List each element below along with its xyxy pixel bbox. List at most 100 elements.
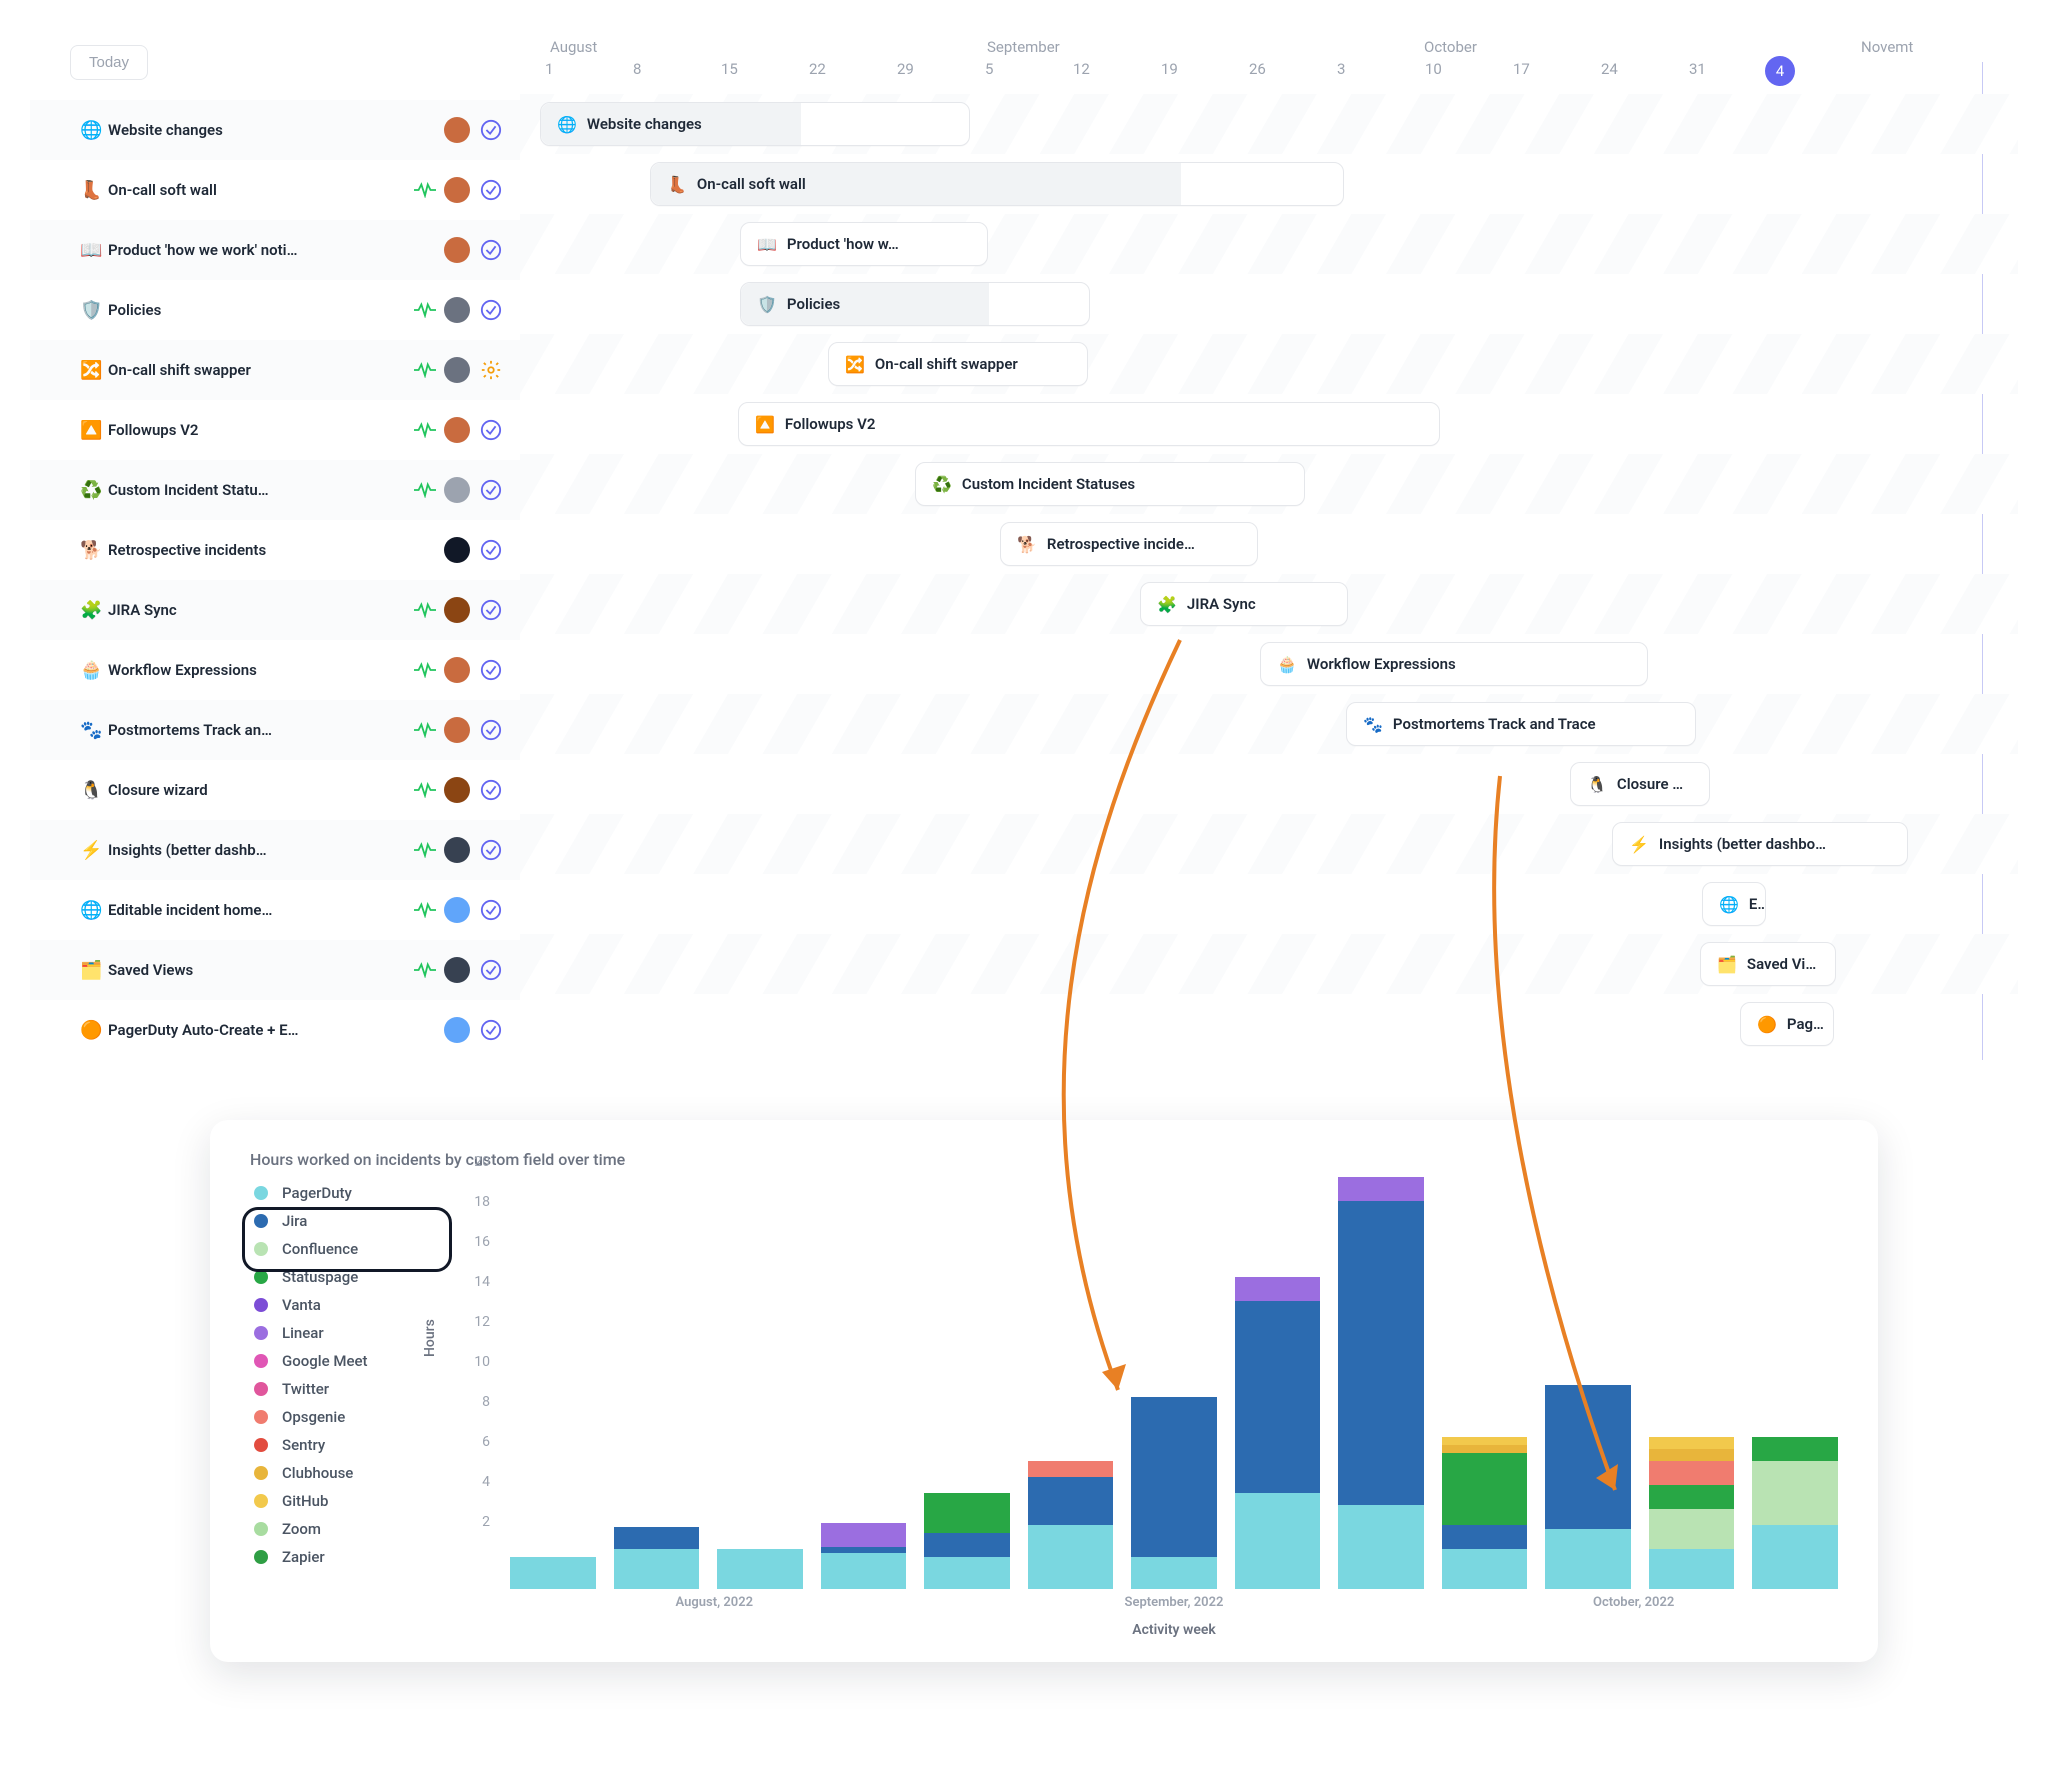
avatar: [444, 177, 470, 203]
gantt-bar[interactable]: 🌐E…: [1702, 882, 1766, 926]
gantt-bar[interactable]: 📖Product 'how w…: [740, 222, 988, 266]
task-label: JIRA Sync: [108, 601, 414, 619]
legend-item[interactable]: Confluence: [250, 1235, 430, 1263]
legend-item[interactable]: Statuspage: [250, 1263, 430, 1291]
bar-column[interactable]: [510, 1557, 596, 1589]
legend-label: Jira: [282, 1212, 307, 1230]
gantt-row: 🔀On-call shift swapper: [520, 334, 2018, 394]
gantt-bar[interactable]: 🐾Postmortems Track and Trace: [1346, 702, 1696, 746]
bar-segment: [924, 1557, 1010, 1589]
y-tick: 4: [440, 1474, 490, 1490]
bar-segment: [1545, 1385, 1631, 1529]
task-row[interactable]: 🛡️Policies: [30, 280, 520, 340]
task-row[interactable]: 🗂️Saved Views: [30, 940, 520, 1000]
day-label: 24: [1601, 60, 1689, 98]
bar-segment: [1649, 1549, 1735, 1589]
task-row[interactable]: 🐕Retrospective incidents: [30, 520, 520, 580]
month-header: AugustSeptemberOctoberNovemt: [520, 38, 2018, 60]
gantt-row: 🌐Website changes: [520, 94, 2018, 154]
gantt-row: 🛡️Policies: [520, 274, 2018, 334]
bar-segment: [821, 1523, 907, 1547]
gantt-bar[interactable]: 👢On-call soft wall: [650, 162, 1344, 206]
bar-column[interactable]: [614, 1527, 700, 1589]
legend-item[interactable]: Sentry: [250, 1431, 430, 1459]
legend-item[interactable]: Linear: [250, 1319, 430, 1347]
task-row[interactable]: 📖Product 'how we work' noti…: [30, 220, 520, 280]
day-label: 26: [1249, 60, 1337, 98]
month-label: August: [550, 38, 987, 60]
bar-column[interactable]: [1338, 1177, 1424, 1589]
gantt-bar[interactable]: 🐧Closure …: [1570, 762, 1710, 806]
task-row[interactable]: 🔼Followups V2: [30, 400, 520, 460]
bar-segment: [1131, 1397, 1217, 1557]
timeline[interactable]: AugustSeptemberOctoberNovemt 18152229512…: [520, 30, 2018, 1060]
gantt-bar[interactable]: 🛡️Policies: [740, 282, 1090, 326]
gantt-bar[interactable]: 🧁Workflow Expressions: [1260, 642, 1648, 686]
bar-segment: [924, 1493, 1010, 1533]
legend-item[interactable]: Google Meet: [250, 1347, 430, 1375]
bar-column[interactable]: [1752, 1437, 1838, 1589]
legend-item[interactable]: Zoom: [250, 1515, 430, 1543]
today-button[interactable]: Today: [70, 45, 148, 80]
bar-column[interactable]: [1649, 1437, 1735, 1589]
bar-column[interactable]: [1028, 1461, 1114, 1589]
task-icon: 🐾: [80, 720, 108, 741]
task-row[interactable]: 🌐Website changes: [30, 100, 520, 160]
gantt-bar[interactable]: 🔀On-call shift swapper: [828, 342, 1088, 386]
bar-column[interactable]: [1442, 1437, 1528, 1589]
task-row[interactable]: 🐧Closure wizard: [30, 760, 520, 820]
gantt-bar[interactable]: ⚡Insights (better dashbo…: [1612, 822, 1908, 866]
bar-column[interactable]: [924, 1493, 1010, 1589]
legend-item[interactable]: Opsgenie: [250, 1403, 430, 1431]
task-row[interactable]: 🔀On-call shift swapper: [30, 340, 520, 400]
gantt-bar[interactable]: 🌐Website changes: [540, 102, 970, 146]
task-icon: 📖: [80, 240, 108, 261]
task-icon: 🐕: [80, 540, 108, 561]
chart-legend: PagerDuty Jira ConfluenceStatuspageVantaLi…: [250, 1179, 430, 1571]
legend-item[interactable]: GitHub: [250, 1487, 430, 1515]
gantt-bar[interactable]: 🐕Retrospective incide…: [1000, 522, 1258, 566]
task-icon: 🧩: [80, 600, 108, 621]
task-row[interactable]: 🌐Editable incident home…: [30, 880, 520, 940]
task-row[interactable]: ⚡Insights (better dashb…: [30, 820, 520, 880]
bar-column[interactable]: [717, 1549, 803, 1589]
task-row[interactable]: 🧩JIRA Sync: [30, 580, 520, 640]
task-row[interactable]: 👢On-call soft wall: [30, 160, 520, 220]
avatar: [444, 297, 470, 323]
x-axis: August, 2022September, 2022October, 2022: [510, 1595, 1838, 1610]
task-row[interactable]: 🟠PagerDuty Auto-Create + E…: [30, 1000, 520, 1060]
avatar: [444, 837, 470, 863]
gantt-bar[interactable]: 🟠Pag…: [1740, 1002, 1834, 1046]
task-row[interactable]: 🐾Postmortems Track an…: [30, 700, 520, 760]
task-icon: 🗂️: [80, 960, 108, 981]
avatar: [444, 477, 470, 503]
task-label: Workflow Expressions: [108, 661, 414, 679]
legend-item[interactable]: Twitter: [250, 1375, 430, 1403]
gantt-bar[interactable]: ♻️Custom Incident Statuses: [915, 462, 1305, 506]
gantt-bar[interactable]: 🔼Followups V2: [738, 402, 1440, 446]
legend-item[interactable]: Zapier: [250, 1543, 430, 1571]
gantt-row: 📖Product 'how w…: [520, 214, 2018, 274]
today-badge[interactable]: 4: [1765, 56, 1795, 86]
gantt-bar[interactable]: 🧩JIRA Sync: [1140, 582, 1348, 626]
bar-column[interactable]: [1235, 1277, 1321, 1589]
legend-item[interactable]: Jira: [250, 1207, 430, 1235]
bar-column[interactable]: [1131, 1397, 1217, 1589]
bar-column[interactable]: [1545, 1385, 1631, 1589]
task-row[interactable]: 🧁Workflow Expressions: [30, 640, 520, 700]
y-axis: Hours 2468101214161820: [440, 1179, 500, 1578]
legend-item[interactable]: PagerDuty: [250, 1179, 430, 1207]
bar-segment: [1028, 1461, 1114, 1477]
task-row[interactable]: ♻️Custom Incident Statu…: [30, 460, 520, 520]
gantt-bar[interactable]: 🗂️Saved Vi…: [1700, 942, 1836, 986]
legend-swatch: [254, 1438, 268, 1452]
task-label: Retrospective incidents: [108, 541, 414, 559]
bar-segment: [1649, 1461, 1735, 1485]
legend-item[interactable]: Clubhouse: [250, 1459, 430, 1487]
day-label: 15: [721, 60, 809, 98]
avatar: [444, 777, 470, 803]
bar-column[interactable]: [821, 1523, 907, 1589]
legend-item[interactable]: Vanta: [250, 1291, 430, 1319]
task-label: Website changes: [108, 121, 414, 139]
bar-segment: [717, 1549, 803, 1589]
